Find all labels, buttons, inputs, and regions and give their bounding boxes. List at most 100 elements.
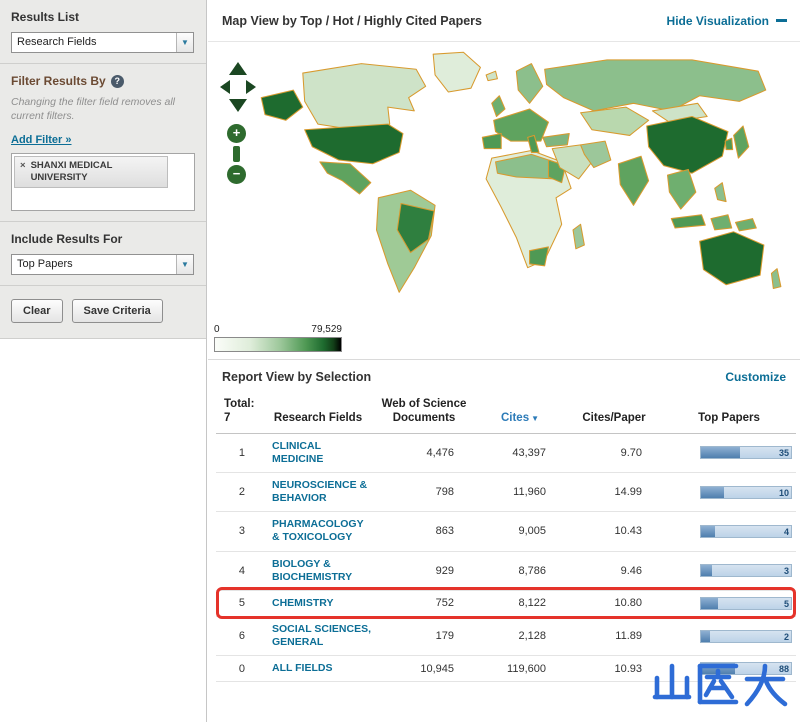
row-cites-per-paper: 10.93 xyxy=(566,655,662,683)
table-row-clinical-medicine[interactable]: 1 CLINICAL MEDICINE 4,476 43,397 9.70 35 xyxy=(216,433,796,474)
row-rank: 3 xyxy=(216,511,262,552)
row-rank: 4 xyxy=(216,551,262,591)
pan-down-icon[interactable] xyxy=(229,99,247,112)
include-results-dropdown-value: Top Papers xyxy=(17,258,73,271)
row-cites: 8,786 xyxy=(474,551,566,591)
col-header-total: Total: 7 xyxy=(216,393,262,434)
top-papers-bar-fill xyxy=(701,630,710,642)
row-rank: 1 xyxy=(216,433,262,474)
report-table: Total: 7 Research Fields Web of Science … xyxy=(216,393,796,683)
table-row-neuroscience-behavior[interactable]: 2 NEUROSCIENCE & BEHAVIOR 798 11,960 14.… xyxy=(216,472,796,513)
research-field-link[interactable]: NEUROSCIENCE & BEHAVIOR xyxy=(272,479,372,505)
row-rank: 5 xyxy=(216,590,262,617)
row-rank: 6 xyxy=(216,616,262,657)
top-papers-count: 35 xyxy=(778,448,789,459)
results-list-label: Results List xyxy=(11,10,80,24)
cites-sort-label: Cites xyxy=(500,412,530,425)
row-cites-per-paper: 11.89 xyxy=(566,616,662,657)
row-rank: 2 xyxy=(216,472,262,513)
results-list-dropdown[interactable]: Research Fields ▼ xyxy=(11,32,194,53)
add-filter-link[interactable]: Add Filter » xyxy=(11,134,72,146)
map-view-header: Map View by Top / Hot / Highly Cited Pap… xyxy=(208,0,800,42)
col-header-top-papers: Top Papers xyxy=(662,393,796,434)
top-papers-count: 4 xyxy=(783,526,789,537)
save-criteria-button[interactable]: Save Criteria xyxy=(71,299,163,324)
results-list-section: Results List Research Fields ▼ xyxy=(0,0,206,64)
chevron-down-icon: ▼ xyxy=(176,255,193,275)
col-header-cites[interactable]: Cites ▼ xyxy=(474,393,566,434)
research-field-link[interactable]: CLINICAL MEDICINE xyxy=(272,440,372,466)
filter-section: Filter Results By ? Changing the filter … xyxy=(0,64,206,223)
top-papers-bar: 2 xyxy=(700,629,792,643)
top-papers-bar-fill xyxy=(701,597,719,609)
filter-results-label: Filter Results By xyxy=(11,74,106,88)
zoom-out-button[interactable]: − xyxy=(227,165,246,184)
row-docs: 179 xyxy=(374,616,474,657)
total-value: 7 xyxy=(224,412,231,425)
pan-up-icon[interactable] xyxy=(229,62,247,75)
hide-visualization-label: Hide Visualization xyxy=(666,13,769,28)
clear-button[interactable]: Clear xyxy=(11,299,63,324)
filter-note: Changing the filter field removes all cu… xyxy=(11,96,176,122)
shanxi-medical-university-logo xyxy=(652,663,788,707)
row-docs: 752 xyxy=(374,590,474,617)
table-header-row: Total: 7 Research Fields Web of Science … xyxy=(216,393,796,434)
map-zoom-control[interactable]: + − xyxy=(227,124,246,184)
research-field-link[interactable]: SOCIAL SCIENCES, GENERAL xyxy=(272,623,372,649)
zoom-slider[interactable] xyxy=(233,146,240,162)
include-results-dropdown[interactable]: Top Papers ▼ xyxy=(11,254,194,276)
results-list-dropdown-value: Research Fields xyxy=(17,36,97,48)
row-cites-per-paper: 9.46 xyxy=(566,551,662,591)
research-field-link[interactable]: CHEMISTRY xyxy=(272,597,333,610)
table-row-social-sciences-general[interactable]: 6 SOCIAL SCIENCES, GENERAL 179 2,128 11.… xyxy=(216,616,796,657)
research-field-link[interactable]: PHARMACOLOGY & TOXICOLOGY xyxy=(272,518,372,544)
col-header-cites-per-paper: Cites/Paper xyxy=(566,393,662,434)
table-row-chemistry[interactable]: 5 CHEMISTRY 752 8,122 10.80 5 xyxy=(216,590,796,617)
world-choropleth-map[interactable] xyxy=(248,48,796,306)
filter-chip-shanxi-medical-university[interactable]: × SHANXI MEDICAL UNIVERSITY xyxy=(14,156,168,189)
filter-chip-label: SHANXI MEDICAL UNIVERSITY xyxy=(30,160,113,184)
map-legend: 0 79,529 xyxy=(214,324,342,352)
report-view-header: Report View by Selection Customize xyxy=(208,359,800,391)
customize-link[interactable]: Customize xyxy=(725,370,786,384)
top-papers-bar-fill xyxy=(701,486,725,498)
table-row-biology-biochemistry[interactable]: 4 BIOLOGY & BIOCHEMISTRY 929 8,786 9.46 … xyxy=(216,551,796,591)
row-docs: 10,945 xyxy=(374,655,474,683)
report-table-wrap: Total: 7 Research Fields Web of Science … xyxy=(216,393,796,683)
top-papers-bar: 10 xyxy=(700,485,792,499)
legend-labels: 0 79,529 xyxy=(214,324,342,335)
table-row-pharmacology-toxicology[interactable]: 3 PHARMACOLOGY & TOXICOLOGY 863 9,005 10… xyxy=(216,511,796,552)
main-content: Map View by Top / Hot / Highly Cited Pap… xyxy=(208,0,800,722)
legend-gradient-bar xyxy=(214,337,342,352)
row-docs: 4,476 xyxy=(374,433,474,474)
row-cites: 8,122 xyxy=(474,590,566,617)
chevron-down-icon: ▼ xyxy=(176,33,193,52)
top-papers-bar: 3 xyxy=(700,564,792,578)
hide-visualization-link[interactable]: Hide Visualization xyxy=(667,14,788,28)
research-field-link[interactable]: BIOLOGY & BIOCHEMISTRY xyxy=(272,558,372,584)
row-cites: 43,397 xyxy=(474,433,566,474)
row-cites: 2,128 xyxy=(474,616,566,657)
help-icon[interactable]: ? xyxy=(110,74,124,88)
row-docs: 798 xyxy=(374,472,474,513)
legend-min-label: 0 xyxy=(214,324,220,335)
research-field-link[interactable]: ALL FIELDS xyxy=(272,662,332,675)
pan-left-icon[interactable] xyxy=(220,80,230,94)
top-papers-bar: 4 xyxy=(700,524,792,538)
esi-page: Results List Research Fields ▼ Filter Re… xyxy=(0,0,800,722)
row-cites-per-paper: 10.80 xyxy=(566,590,662,617)
zoom-in-button[interactable]: + xyxy=(227,124,246,143)
top-papers-bar: 5 xyxy=(700,596,792,610)
sort-desc-icon: ▼ xyxy=(531,414,540,424)
legend-max-label: 79,529 xyxy=(311,324,342,335)
top-papers-bar-fill xyxy=(701,525,715,537)
report-view-title: Report View by Selection xyxy=(222,370,372,384)
top-papers-bar: 35 xyxy=(700,446,792,460)
top-papers-count: 3 xyxy=(783,566,789,577)
row-docs: 929 xyxy=(374,551,474,591)
top-papers-bar-fill xyxy=(701,447,740,459)
remove-filter-icon[interactable]: × xyxy=(20,160,26,184)
top-papers-count: 10 xyxy=(778,487,789,498)
col-header-research-fields: Research Fields xyxy=(262,393,374,434)
include-results-section: Include Results For Top Papers ▼ xyxy=(0,222,206,287)
